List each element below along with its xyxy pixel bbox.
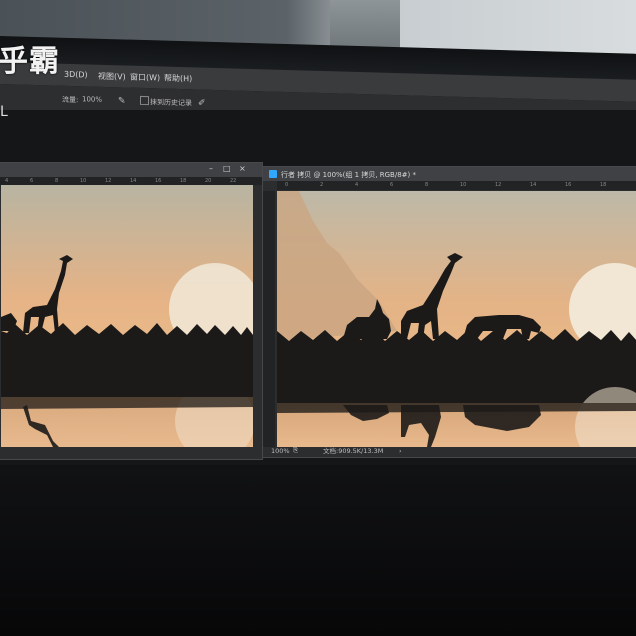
ruler-tick-label: 8 — [55, 178, 59, 184]
ruler-tick-label: 12 — [495, 182, 502, 188]
ruler-tick-label: 14 — [130, 178, 137, 184]
zoom-level[interactable]: 100% — [271, 447, 290, 455]
flow-label: 流量: — [62, 95, 79, 105]
history-checkbox[interactable] — [140, 95, 149, 106]
photoshop-document-icon — [269, 170, 277, 178]
canvas-left[interactable] — [1, 185, 253, 447]
ruler-tick-label: 18 — [180, 178, 187, 184]
ruler-tick-label: 12 — [105, 178, 112, 184]
lion-silhouette — [463, 315, 541, 339]
menu-item-help[interactable]: 帮助(H) — [164, 73, 192, 85]
watermark-logo: 乎霸 — [0, 44, 60, 79]
close-icon[interactable]: × — [239, 164, 246, 173]
screen-lower-area — [0, 465, 636, 636]
document-size: 文档:909.5K/13.3M — [323, 447, 384, 455]
ruler-tick-label: 22 — [230, 178, 237, 184]
document-window-right[interactable]: 行者 拷贝 @ 100%(组 1 拷贝, RGB/8#) * 0 2 4 6 8 10 12… — [262, 166, 636, 458]
ruler-tick-label: 16 — [155, 178, 162, 184]
ruler-tick-label: 2 — [320, 182, 324, 188]
ruler-tick-label: 4 — [355, 182, 359, 188]
horizontal-ruler: 0 2 4 6 8 10 12 14 16 18 — [277, 181, 636, 190]
ruler-tick-label: 16 — [565, 182, 572, 188]
ruler-tick-label: 20 — [205, 178, 212, 184]
ruler-tick-label: 18 — [600, 182, 607, 188]
savanna-artwork-right — [277, 191, 636, 447]
airbrush-icon[interactable]: ✎ — [118, 96, 126, 106]
document-tab-left[interactable]: – □ × — [0, 163, 262, 177]
ruler-tick-label: 10 — [80, 178, 87, 184]
menu-item-view[interactable]: 视图(V) — [98, 71, 126, 83]
vertical-ruler — [263, 191, 275, 447]
document-tab-right[interactable]: 行者 拷贝 @ 100%(组 1 拷贝, RGB/8#) * — [263, 167, 636, 181]
savanna-artwork-left — [1, 185, 253, 447]
watermark-subtitle: L — [0, 104, 8, 120]
history-label: 抹到历史记录 — [150, 98, 192, 108]
document-title: 行者 拷贝 @ 100%(组 1 拷贝, RGB/8#) * — [281, 171, 416, 179]
menu-item-3d[interactable]: 3D(D) — [64, 70, 88, 80]
horizontal-ruler: 4 6 8 10 12 14 16 18 20 22 — [0, 177, 262, 185]
status-arrow-icon[interactable]: › — [399, 447, 402, 455]
ruler-tick-label: 0 — [285, 182, 289, 188]
minimize-icon[interactable]: – — [209, 164, 213, 173]
flow-value[interactable]: 100% — [82, 95, 102, 104]
ruler-tick-label: 8 — [425, 182, 429, 188]
ruler-tick-label: 4 — [5, 178, 9, 184]
document-window-left[interactable]: – □ × 4 6 8 10 12 14 16 18 20 22 — [0, 162, 263, 460]
ruler-tick-label: 14 — [530, 182, 537, 188]
canvas-right[interactable] — [277, 191, 636, 447]
pressure-icon[interactable]: ✐ — [198, 99, 206, 109]
ruler-tick-label: 6 — [30, 178, 34, 184]
restore-icon[interactable]: □ — [223, 164, 231, 173]
ruler-tick-label: 6 — [390, 182, 394, 188]
ruler-tick-label: 10 — [460, 182, 467, 188]
export-icon[interactable]: ⎘ — [293, 446, 298, 455]
menu-item-window[interactable]: 窗口(W) — [130, 72, 160, 84]
